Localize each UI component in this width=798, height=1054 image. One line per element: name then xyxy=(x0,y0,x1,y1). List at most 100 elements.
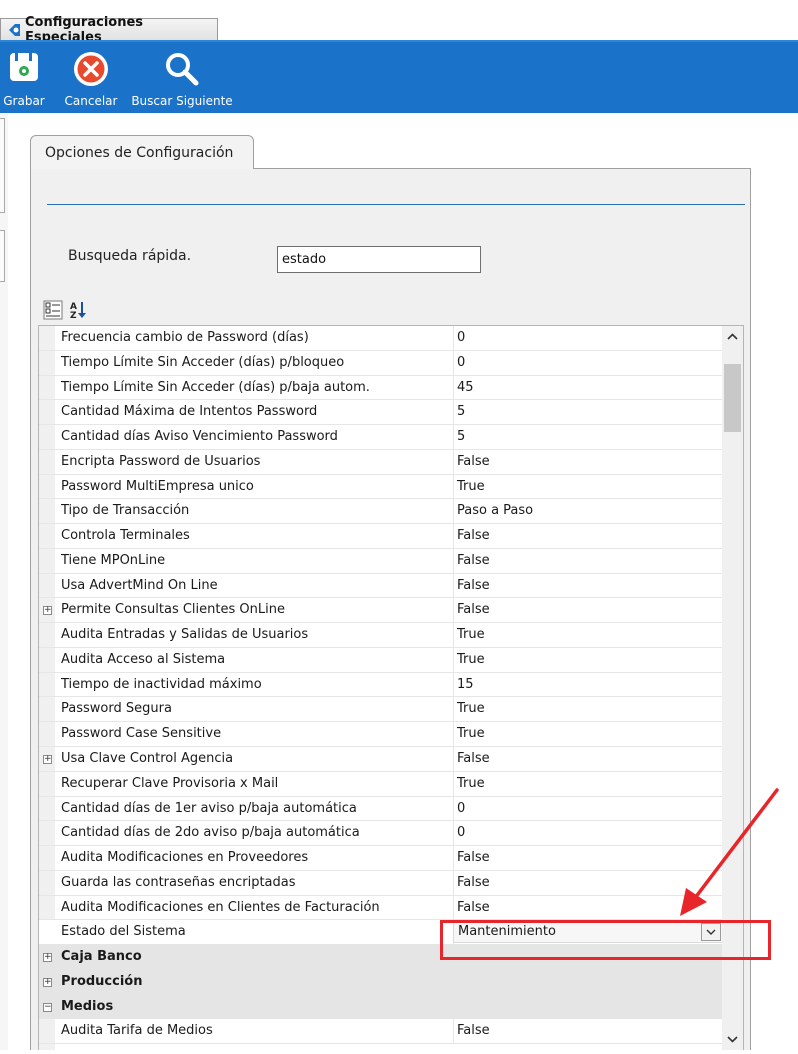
system-state-dropdown[interactable]: Mantenimiento xyxy=(453,921,724,944)
property-value[interactable]: False xyxy=(457,747,490,771)
column-separator xyxy=(453,846,454,870)
property-value[interactable]: True xyxy=(457,697,485,721)
side-tab[interactable] xyxy=(0,118,5,213)
dropdown-toggle-button[interactable] xyxy=(701,923,721,942)
grid-property-row[interactable]: Recuperar Clave Provisoria x Mail True xyxy=(39,771,724,797)
property-value[interactable]: 5 xyxy=(457,425,465,449)
save-button[interactable]: Grabar xyxy=(0,42,48,115)
property-value[interactable]: False xyxy=(457,524,490,548)
tab-config-options[interactable]: Opciones de Configuración xyxy=(30,135,254,169)
property-value[interactable]: True xyxy=(457,648,485,672)
property-value[interactable]: False xyxy=(457,871,490,895)
grid-property-row[interactable]: Audita Modificaciones en Clientes de Fac… xyxy=(39,895,724,921)
scroll-thumb[interactable] xyxy=(724,364,741,432)
property-value[interactable]: False xyxy=(457,549,490,573)
grid-property-row[interactable]: Encripta Password de Usuarios False xyxy=(39,449,724,475)
expand-icon[interactable]: + xyxy=(43,606,52,616)
expand-icon[interactable]: + xyxy=(43,953,52,963)
grid-property-row[interactable]: Frecuencia cambio de Password (días) 0 xyxy=(39,326,724,351)
property-value[interactable]: False xyxy=(457,450,490,474)
property-name: Medios xyxy=(61,998,114,1014)
cancel-button[interactable]: Cancelar xyxy=(60,42,122,115)
grid-property-row[interactable]: Tiempo Límite Sin Acceder (días) p/baja … xyxy=(39,375,724,401)
property-name: Password Segura xyxy=(61,701,172,717)
grid-property-row[interactable]: Password Segura True xyxy=(39,697,724,723)
side-tab[interactable] xyxy=(0,230,5,282)
column-separator xyxy=(453,895,454,920)
dropdown-value: Mantenimiento xyxy=(458,924,556,940)
property-value[interactable]: 5 xyxy=(457,400,465,424)
property-value[interactable]: 0 xyxy=(457,797,465,821)
grid-property-row[interactable]: Usa AdvertMind On Line False xyxy=(39,573,724,599)
grid-property-row[interactable]: Audita Modificaciones en Proveedores Fals… xyxy=(39,846,724,871)
property-value[interactable]: True xyxy=(457,475,485,499)
property-value[interactable]: False xyxy=(457,846,490,870)
grid-category-row[interactable]: + Producción xyxy=(39,969,724,995)
property-value[interactable]: 15 xyxy=(457,673,474,697)
grid-property-row[interactable]: Tipo de Transacción Paso a Paso xyxy=(39,499,724,525)
property-value[interactable]: False xyxy=(457,574,490,598)
property-value[interactable]: 45 xyxy=(457,376,474,400)
find-next-label: Buscar Siguiente xyxy=(131,94,233,108)
grid-property-row[interactable]: + Usa Clave Control Agencia False xyxy=(39,747,724,772)
column-separator xyxy=(453,697,454,722)
property-name: Tipo de Transacción xyxy=(61,503,190,519)
column-separator xyxy=(453,524,454,548)
grid-property-row[interactable]: Tiempo de inactividad máximo 15 xyxy=(39,672,724,698)
column-separator xyxy=(453,400,454,425)
grid-category-row[interactable]: + Caja Banco xyxy=(39,945,724,970)
grid-property-row[interactable]: Guarda las contraseñas encriptadas False xyxy=(39,870,724,896)
grid-property-row[interactable]: Cantidad Máxima de Intentos Password 5 xyxy=(39,400,724,426)
property-value[interactable]: True xyxy=(457,623,485,647)
cancel-label: Cancelar xyxy=(64,94,118,108)
toolbar: Grabar Cancelar Buscar Siguiente xyxy=(0,40,798,113)
search-icon xyxy=(166,53,199,86)
property-name: Tiempo Límite Sin Acceder (días) p/baja … xyxy=(61,379,370,395)
grid-property-row[interactable]: Controla Terminales False xyxy=(39,524,724,549)
grid-property-row[interactable]: Password MultiEmpresa unico True xyxy=(39,474,724,500)
property-name: Audita Acceso al Sistema xyxy=(61,651,226,667)
grid-property-row[interactable]: Cantidad días Aviso Vencimiento Password… xyxy=(39,425,724,450)
grid-property-row[interactable]: Password Case Sensitive True xyxy=(39,722,724,748)
vertical-scrollbar[interactable] xyxy=(722,326,743,1050)
property-value[interactable]: True xyxy=(457,722,485,746)
quick-search-input[interactable] xyxy=(277,246,481,273)
property-name: Usa AdvertMind On Line xyxy=(61,577,218,593)
collapse-icon[interactable]: − xyxy=(43,1002,52,1012)
column-separator xyxy=(453,425,454,449)
property-value[interactable]: 0 xyxy=(457,326,465,350)
column-separator xyxy=(453,870,454,895)
scroll-up-button[interactable] xyxy=(722,326,743,348)
grid-property-row[interactable]: Tiene MPOnLine False xyxy=(39,548,724,574)
property-name: Permite Consultas Clientes OnLine xyxy=(61,602,285,618)
window-tab[interactable]: Configuraciones Especiales xyxy=(0,15,218,45)
scroll-down-button[interactable] xyxy=(722,1028,743,1050)
expand-icon[interactable]: + xyxy=(43,977,52,987)
grid-category-row[interactable]: − Medios xyxy=(39,994,724,1020)
property-value[interactable]: False xyxy=(457,1019,490,1043)
property-value[interactable]: True xyxy=(457,772,485,796)
grid-property-row[interactable]: + Permite Consultas Clientes OnLine False xyxy=(39,598,724,624)
categorized-view-icon[interactable] xyxy=(43,300,63,320)
grid-property-row[interactable]: Audita Entradas y Salidas de Usuarios Tru… xyxy=(39,623,724,648)
grid-property-row[interactable]: Audita Acceso al Sistema True xyxy=(39,647,724,673)
grid-rows: Frecuencia cambio de Password (días) 0 Tie… xyxy=(39,326,724,1045)
chevron-up-icon xyxy=(727,333,738,340)
property-name: Frecuencia cambio de Password (días) xyxy=(61,330,309,345)
grid-property-row[interactable]: Audita Tarifa de Medios False xyxy=(39,1019,724,1045)
svg-text:Z: Z xyxy=(70,311,77,320)
alphabetical-sort-icon[interactable]: A Z xyxy=(68,300,88,320)
property-value[interactable]: 0 xyxy=(457,351,465,375)
property-value[interactable]: False xyxy=(457,896,490,920)
grid-property-row[interactable]: Cantidad días de 1er aviso p/baja automá… xyxy=(39,796,724,822)
column-separator xyxy=(453,573,454,598)
property-value[interactable]: Paso a Paso xyxy=(457,499,533,523)
grid-property-row[interactable]: Estado del Sistema Mantenimiento xyxy=(39,920,724,946)
grid-property-row[interactable]: Tiempo Límite Sin Acceder (días) p/bloqu… xyxy=(39,350,724,376)
find-next-button[interactable]: Buscar Siguiente xyxy=(128,42,236,115)
column-separator xyxy=(453,623,454,647)
property-value[interactable]: False xyxy=(457,598,490,622)
grid-property-row[interactable]: Cantidad días de 2do aviso p/baja automá… xyxy=(39,821,724,847)
property-value[interactable]: 0 xyxy=(457,821,465,845)
expand-icon[interactable]: + xyxy=(43,755,52,765)
